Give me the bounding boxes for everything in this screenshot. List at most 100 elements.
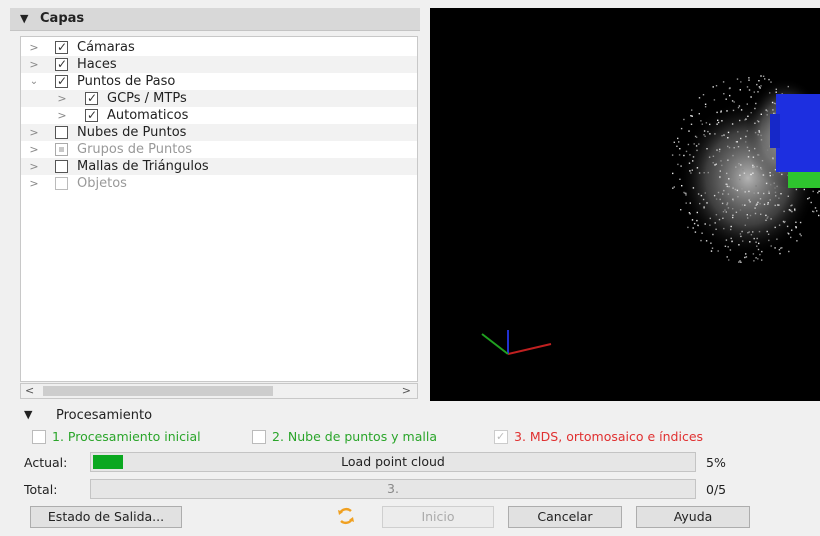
point-speck [692,227,694,229]
point-speck [677,163,679,166]
point-speck [752,164,754,167]
point-speck [758,80,760,82]
point-speck [693,222,696,225]
layer-row-haces[interactable]: > Haces [21,56,417,73]
point-speck [725,239,728,241]
layer-checkbox[interactable] [55,160,68,173]
point-speck [685,194,687,196]
expand-arrow-icon[interactable]: > [57,107,67,124]
point-speck [698,143,700,145]
point-speck [697,224,699,226]
layer-row-camaras[interactable]: > Cámaras [21,39,417,56]
point-speck [759,203,761,205]
layer-row-automaticos[interactable]: > Automaticos [21,107,417,124]
point-speck [728,87,731,90]
point-speck [740,261,742,263]
point-speck [758,86,761,88]
point-speck [685,150,688,153]
point-speck [745,256,748,258]
point-speck [744,256,746,259]
point-speck [736,141,738,143]
point-speck [732,109,735,112]
point-speck [795,226,797,228]
refresh-icon[interactable] [336,506,356,526]
point-speck [731,100,734,102]
expand-arrow-icon[interactable]: > [29,158,39,175]
step-checkbox[interactable] [32,430,46,444]
point-speck [775,195,777,197]
point-speck [698,97,701,99]
3d-viewer[interactable] [430,8,820,401]
scroll-right-icon[interactable]: > [402,384,411,398]
layer-row-mallas-de-triangulos[interactable]: > Mallas de Triángulos [21,158,417,175]
step-checkbox[interactable] [252,430,266,444]
point-speck [760,168,763,170]
point-speck [693,143,695,145]
point-speck [740,81,742,83]
point-speck [746,103,748,105]
point-speck [749,241,751,243]
cancel-button[interactable]: Cancelar [508,506,622,528]
chevron-down-icon[interactable]: ⌄ [29,73,39,90]
point-speck [715,163,717,165]
help-button[interactable]: Ayuda [636,506,750,528]
expand-arrow-icon[interactable]: > [29,39,39,56]
step-checkbox[interactable]: ✓ [494,430,508,444]
layer-checkbox[interactable] [55,126,68,139]
point-speck [696,219,698,222]
horizontal-scrollbar[interactable]: < > [20,383,418,399]
point-speck [718,150,721,153]
expand-arrow-icon[interactable]: > [57,90,67,107]
output-status-button[interactable]: Estado de Salida... [30,506,182,528]
layers-panel-header[interactable]: ▼ Capas [10,8,420,31]
point-speck [761,160,764,162]
start-button[interactable]: Inicio [382,506,494,528]
point-speck [808,197,810,199]
point-speck [691,219,694,221]
point-speck [769,174,771,177]
point-speck [727,159,729,161]
layer-checkbox[interactable] [55,56,68,73]
layer-checkbox[interactable] [55,73,68,90]
point-speck [721,202,724,205]
expand-arrow-icon[interactable]: > [29,56,39,73]
point-speck [753,192,755,194]
point-speck [753,260,755,262]
point-speck [733,147,735,149]
point-speck [730,225,732,228]
point-speck [710,250,713,252]
layer-checkbox [55,177,68,190]
layers-tree[interactable]: > Cámaras > Haces ⌄ Puntos de Paso > GCP… [20,36,418,382]
collapse-triangle-icon[interactable]: ▼ [24,408,32,421]
point-speck [742,240,744,242]
point-speck [771,101,774,104]
collapse-triangle-icon[interactable]: ▼ [20,8,28,30]
layer-checkbox[interactable] [55,39,68,56]
point-speck [759,198,762,200]
layer-row-puntos-de-paso[interactable]: ⌄ Puntos de Paso [21,73,417,90]
scroll-left-icon[interactable]: < [25,384,34,398]
point-speck [794,209,796,212]
layer-row-nubes-de-puntos[interactable]: > Nubes de Puntos [21,124,417,141]
point-speck [732,208,734,210]
layers-title: Capas [40,11,85,26]
point-speck [748,77,750,79]
point-speck [730,228,732,231]
point-speck [754,212,757,215]
point-speck [754,147,756,150]
layer-row-gcps-mtps[interactable]: > GCPs / MTPs [21,90,417,107]
point-speck [814,207,817,209]
layer-row-objetos: > Objetos [21,175,417,192]
point-speck [715,228,717,230]
expand-arrow-icon[interactable]: > [29,124,39,141]
point-speck [690,172,692,174]
point-speck [672,172,674,175]
point-speck [754,122,756,124]
scrollbar-thumb[interactable] [43,386,273,396]
layer-checkbox[interactable] [85,90,98,107]
layer-checkbox[interactable] [85,107,98,124]
point-speck [711,247,714,249]
point-speck [816,210,818,212]
point-speck [696,149,698,152]
point-speck [739,209,742,211]
